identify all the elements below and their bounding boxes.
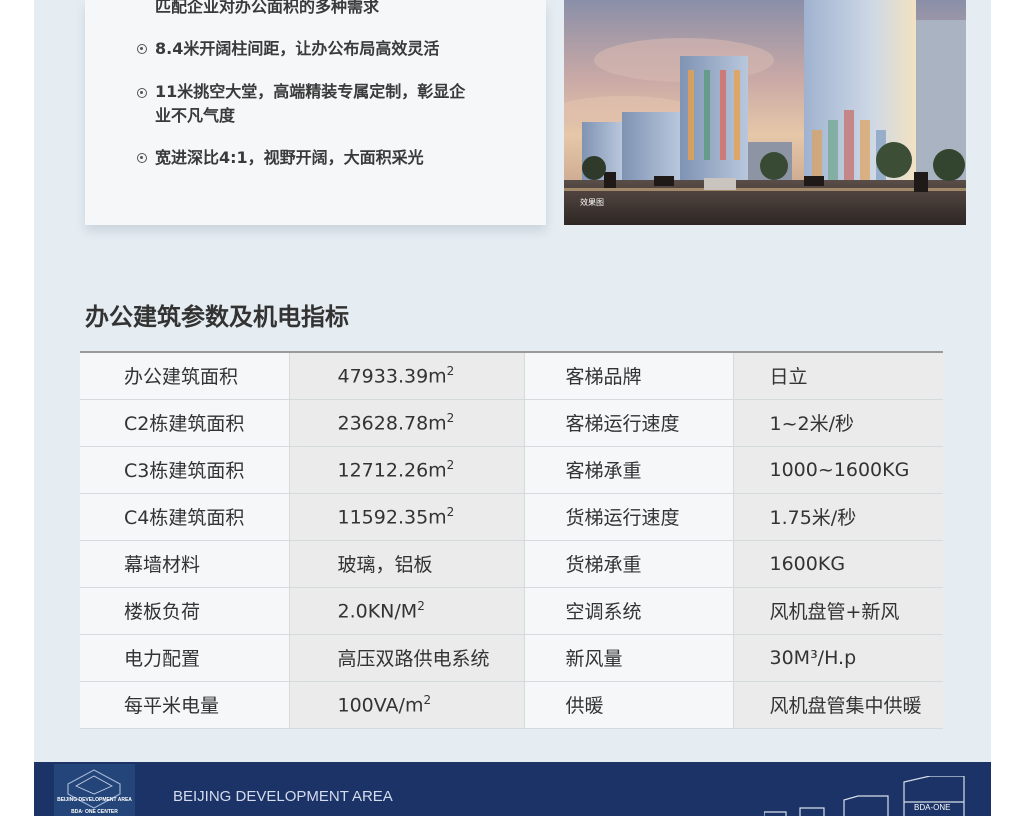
spec-value-text: 1.75米/秒	[769, 507, 857, 529]
spec-label: 楼板负荷	[80, 587, 289, 635]
spec-value-text: 23628.78m	[337, 412, 447, 435]
spec-value: 1~2米/秒	[732, 399, 943, 447]
building-rendering-image: 效果图	[564, 0, 966, 225]
spec-label: 办公建筑面积	[80, 352, 289, 400]
bullet-icon	[137, 88, 147, 98]
logo: BEIJING DEVELOPMENT AREA BDA· ONE CENTER	[54, 764, 135, 816]
spec-label-text: 客梯运行速度	[565, 413, 680, 435]
spec-value: 100VA/m2	[288, 681, 524, 729]
spec-table: 办公建筑面积 47933.39m2 客梯品牌 日立 C2栋建筑面积 23628.78m2 客…	[80, 351, 943, 729]
logo-line-2: BDA· ONE CENTER	[71, 809, 118, 815]
feature-item-lobby: 11米挑空大堂，高端精装专属定制，彰显企	[155, 82, 466, 101]
spec-label-text: 电力配置	[124, 648, 201, 670]
spec-value: 日立	[732, 352, 943, 400]
spec-value-text: 2.0KN/M	[337, 600, 418, 623]
spec-value: 1000~1600KG	[732, 446, 943, 494]
spec-value: 30M³/H.p	[732, 634, 943, 682]
spec-value: 高压双路供电系统	[288, 634, 524, 682]
unit-superscript: 2	[446, 504, 455, 519]
table-row: 幕墙材料 玻璃，铝板 货梯承重 1600KG	[80, 540, 943, 588]
spec-label: 幕墙材料	[80, 540, 289, 588]
spec-value-text: 11592.35m	[337, 506, 447, 529]
unit-superscript: 2	[446, 364, 455, 379]
spec-label-text: 幕墙材料	[124, 554, 201, 576]
spec-label: C3栋建筑面积	[80, 446, 289, 494]
spec-label-text: 楼板负荷	[124, 601, 201, 623]
table-row: 办公建筑面积 47933.39m2 客梯品牌 日立	[80, 352, 943, 400]
spec-label-text: 客梯承重	[565, 460, 642, 482]
spec-label-text: 客梯品牌	[565, 366, 642, 389]
spec-label-text: 空调系统	[565, 601, 642, 623]
spec-label-text: 办公建筑面积	[124, 366, 239, 389]
spec-value-text: 高压双路供电系统	[337, 648, 490, 670]
spec-value-text: 47933.39m	[337, 365, 447, 388]
table-row: 楼板负荷 2.0KN/M2 空调系统 风机盘管+新风	[80, 587, 943, 635]
spec-label-text: 货梯运行速度	[565, 507, 680, 529]
spec-value-text: 风机盘管+新风	[769, 601, 900, 623]
table-row: C4栋建筑面积 11592.35m2 货梯运行速度 1.75米/秒	[80, 493, 943, 541]
spec-label: 每平米电量	[80, 681, 289, 729]
spec-value: 1.75米/秒	[732, 493, 943, 541]
spec-label: 客梯承重	[523, 446, 733, 494]
logo-line-1: BEIJING DEVELOPMENT AREA	[57, 797, 132, 803]
spec-value: 11592.35m2	[288, 493, 524, 541]
spec-value: 风机盘管集中供暖	[732, 681, 943, 729]
spec-value: 风机盘管+新风	[732, 587, 943, 635]
unit-superscript: 2	[423, 692, 432, 707]
spec-value-text: 30M³/H.p	[769, 646, 857, 669]
bullet-icon	[137, 44, 147, 54]
spec-label-text: C3栋建筑面积	[124, 460, 245, 482]
spec-label: 新风量	[523, 634, 733, 682]
unit-superscript: 2	[446, 410, 455, 425]
table-row: 每平米电量 100VA/m2 供暖 风机盘管集中供暖	[80, 681, 943, 729]
spec-value-text: 12712.26m	[337, 459, 447, 482]
spec-value: 23628.78m2	[288, 399, 524, 447]
spec-value: 12712.26m2	[288, 446, 524, 494]
spec-label-text: 新风量	[565, 648, 623, 670]
feature-item-lobby-cont: 业不凡气度	[155, 106, 236, 125]
spec-value-text: 1000~1600KG	[769, 458, 910, 481]
spec-label-text: C2栋建筑面积	[124, 413, 245, 435]
footer-text: BEIJING DEVELOPMENT AREA	[173, 788, 393, 805]
spec-value: 2.0KN/M2	[288, 587, 524, 635]
spec-label-text: 供暖	[565, 695, 604, 717]
table-row: C3栋建筑面积 12712.26m2 客梯承重 1000~1600KG	[80, 446, 943, 494]
table-row: 电力配置 高压双路供电系统 新风量 30M³/H.p	[80, 634, 943, 682]
spec-label-text: 货梯承重	[565, 554, 642, 576]
spec-label: C2栋建筑面积	[80, 399, 289, 447]
bullet-icon	[137, 153, 147, 163]
spec-label-text: 每平米电量	[124, 695, 220, 717]
section-title: 办公建筑参数及机电指标	[85, 303, 349, 331]
feature-item-depth-ratio: 宽进深比4:1，视野开阔，大面积采光	[155, 148, 424, 167]
spec-label: 客梯运行速度	[523, 399, 733, 447]
spec-value-text: 玻璃，铝板	[337, 554, 433, 576]
spec-label: 货梯承重	[523, 540, 733, 588]
footer-bar: BEIJING DEVELOPMENT AREA BDA· ONE CENTER…	[34, 762, 991, 816]
footer-brand: BDA-ONE	[914, 803, 951, 812]
spec-label: C4栋建筑面积	[80, 493, 289, 541]
unit-superscript: 2	[417, 598, 425, 613]
spec-label-text: C4栋建筑面积	[124, 507, 245, 529]
feature-item-column-spacing: 8.4米开阔柱间距，让办公布局高效灵活	[155, 39, 440, 58]
spec-label: 货梯运行速度	[523, 493, 733, 541]
spec-value-text: 100VA/m	[337, 694, 424, 717]
spec-label: 电力配置	[80, 634, 289, 682]
table-row: C2栋建筑面积 23628.78m2 客梯运行速度 1~2米/秒	[80, 399, 943, 447]
feature-partial-line: 匹配企业对办公面积的多种需求	[155, 0, 380, 16]
spec-value-text: 1600KG	[769, 552, 846, 575]
spec-value-text: 1~2米/秒	[769, 413, 855, 435]
building-rendering-svg	[564, 0, 966, 225]
spec-value: 玻璃，铝板	[288, 540, 524, 588]
spec-value: 1600KG	[732, 540, 943, 588]
spec-label: 客梯品牌	[523, 352, 733, 400]
spec-value-text: 日立	[769, 366, 808, 389]
spec-label: 供暖	[523, 681, 733, 729]
spec-value: 47933.39m2	[288, 352, 524, 400]
render-caption: 效果图	[580, 198, 604, 207]
spec-value-text: 风机盘管集中供暖	[769, 695, 922, 717]
unit-superscript: 2	[446, 457, 455, 472]
spec-label: 空调系统	[523, 587, 733, 635]
